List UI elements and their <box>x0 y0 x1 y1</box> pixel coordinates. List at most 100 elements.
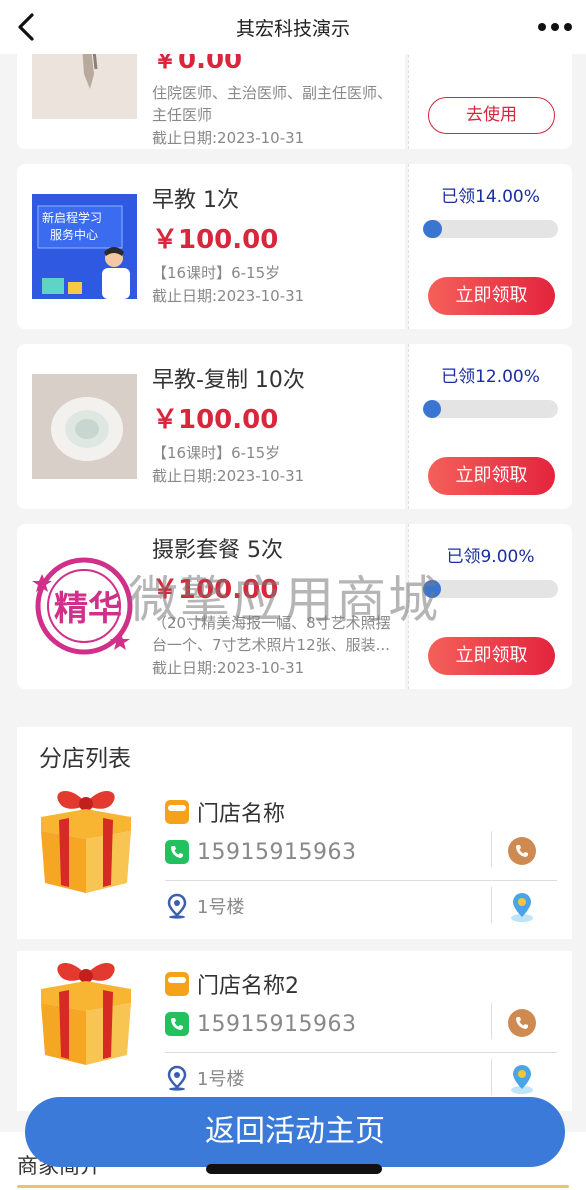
navigate-button[interactable] <box>508 891 536 923</box>
store-card[interactable]: 门店名称2 15915915963 1号楼 <box>17 951 572 1111</box>
store-phone: 15915915963 <box>197 1011 357 1037</box>
claim-now-button[interactable]: 立即领取 <box>428 277 555 315</box>
branch-list-title: 分店列表 <box>39 746 131 772</box>
store-name-row: 门店名称 <box>165 797 285 827</box>
gift-box-icon <box>41 962 131 1065</box>
return-to-activity-button[interactable]: 返回活动主页 <box>25 1097 565 1167</box>
coupon-price: ￥100.00 <box>152 575 279 605</box>
store-name: 门店名称 <box>197 802 286 827</box>
coupon-details: 摄影套餐 5次 ￥100.00 （20寸精美海报一幅、8寸艺术照摆台一个、7寸艺… <box>152 534 397 680</box>
claim-progress-fill <box>423 400 441 418</box>
coupon-info-panel: 精华 摄影套餐 5次 ￥100.00 （20寸精美海报一幅、8寸艺术照摆台一个、… <box>17 524 405 689</box>
divider <box>165 880 557 881</box>
store-address-row: 1号楼 <box>165 891 244 921</box>
page-content[interactable]: ￥0.00 住院医师、主治医师、副主任医师、主任医师 截止日期:2023-10-… <box>0 54 586 1190</box>
coupon-price: ￥100.00 <box>152 225 279 255</box>
claim-progress-fill <box>423 220 442 238</box>
coupon-desc: 住院医师、主治医师、副主任医师、主任医师 <box>152 84 393 124</box>
coupon-title: 早教 1次 <box>152 188 239 213</box>
store-phone-row: 15915915963 <box>165 1009 356 1039</box>
claim-progress-fill <box>423 580 441 598</box>
navigate-button[interactable] <box>508 1063 536 1095</box>
call-button[interactable] <box>508 837 536 865</box>
coupon-desc: 【16课时】6-15岁 <box>152 264 281 282</box>
coupon-title: 摄影套餐 5次 <box>152 538 283 563</box>
coupon-details: 早教 1次 ￥100.00 【16课时】6-15岁 截止日期:2023-10-3… <box>152 184 397 308</box>
divider <box>491 831 492 867</box>
phone-icon <box>165 1012 189 1036</box>
coupon-action-panel: 去使用 <box>408 54 572 149</box>
claim-now-button[interactable]: 立即领取 <box>428 637 555 675</box>
stamp-text: 精华 <box>54 589 122 629</box>
learning-center-image: 新启程学习 服务中心 <box>32 194 137 299</box>
product-image <box>32 374 137 479</box>
coupon-info-panel: ￥0.00 住院医师、主治医师、副主任医师、主任医师 截止日期:2023-10-… <box>17 54 405 149</box>
coupon-price: ￥0.00 <box>152 54 243 75</box>
phone-call-icon <box>516 1017 528 1029</box>
location-pin-icon <box>167 893 187 919</box>
claimed-percentage: 已领14.00% <box>441 187 540 207</box>
coupon-thumbnail: 新启程学习 服务中心 <box>32 194 137 299</box>
store-address-row: 1号楼 <box>165 1063 244 1093</box>
divider <box>491 1059 492 1095</box>
coupon-details: ￥0.00 住院医师、主治医师、副主任医师、主任医师 截止日期:2023-10-… <box>152 54 397 150</box>
store-address: 1号楼 <box>197 1069 245 1090</box>
store-icon <box>165 972 189 996</box>
decorative-divider <box>17 1185 569 1188</box>
coupon-price: ￥100.00 <box>152 405 279 435</box>
dot-icon <box>538 23 546 31</box>
branch-list: 分店列表 门店名称 15915915963 1号楼 门店名称2 15915915… <box>17 727 572 1111</box>
phone-icon <box>165 840 189 864</box>
coupon-deadline: 截止日期:2023-10-31 <box>152 129 305 147</box>
coupon-card: 精华 摄影套餐 5次 ￥100.00 （20寸精美海报一幅、8寸艺术照摆台一个、… <box>17 524 572 689</box>
claim-progress-bar <box>423 400 558 418</box>
store-name: 门店名称2 <box>197 974 299 999</box>
thumb-line-2: 服务中心 <box>50 227 98 242</box>
coupon-thumbnail <box>32 374 137 479</box>
store-icon <box>165 800 189 824</box>
store-card[interactable]: 门店名称 15915915963 1号楼 <box>17 779 572 939</box>
coupon-action-panel: 已领9.00% 立即领取 <box>408 524 572 689</box>
divider <box>165 1052 557 1053</box>
top-nav-bar: 其宏科技演示 <box>0 0 586 54</box>
coupon-thumbnail <box>32 54 137 119</box>
page-title: 其宏科技演示 <box>235 18 350 40</box>
coupon-card: 新启程学习 服务中心 早教 1次 ￥100.00 【16课时】6-15岁 截止日… <box>17 164 572 329</box>
claim-progress-bar <box>423 220 558 238</box>
coupon-info-panel: 新启程学习 服务中心 早教 1次 ￥100.00 【16课时】6-15岁 截止日… <box>17 164 405 329</box>
store-phone: 15915915963 <box>197 839 357 865</box>
claimed-percentage: 已领12.00% <box>441 367 540 387</box>
claim-now-button[interactable]: 立即领取 <box>428 457 555 495</box>
coupon-info-panel: 早教-复制 10次 ￥100.00 【16课时】6-15岁 截止日期:2023-… <box>17 344 405 509</box>
coupon-card: ￥0.00 住院医师、主治医师、副主任医师、主任医师 截止日期:2023-10-… <box>17 54 572 149</box>
use-coupon-button[interactable]: 去使用 <box>428 97 555 134</box>
stamp-logo: 精华 <box>32 554 137 659</box>
store-address: 1号楼 <box>197 897 245 918</box>
product-image <box>32 54 137 119</box>
coupon-deadline: 截止日期:2023-10-31 <box>152 659 305 677</box>
divider <box>491 887 492 923</box>
location-pin-icon <box>167 1065 187 1091</box>
claimed-percentage: 已领9.00% <box>446 547 535 567</box>
dot-icon <box>551 23 559 31</box>
more-options-button[interactable] <box>538 16 572 38</box>
branch-list-header: 分店列表 <box>17 727 572 779</box>
call-button[interactable] <box>508 1009 536 1037</box>
coupon-action-panel: 已领12.00% 立即领取 <box>408 344 572 509</box>
coupon-desc: （20寸精美海报一幅、8寸艺术照摆台一个、7寸艺术照片12张、服装... <box>152 614 391 654</box>
coupon-deadline: 截止日期:2023-10-31 <box>152 287 305 305</box>
coupon-card: 早教-复制 10次 ￥100.00 【16课时】6-15岁 截止日期:2023-… <box>17 344 572 509</box>
coupon-desc: 【16课时】6-15岁 <box>152 444 281 462</box>
coupon-details: 早教-复制 10次 ￥100.00 【16课时】6-15岁 截止日期:2023-… <box>152 364 397 488</box>
store-name-row: 门店名称2 <box>165 969 299 999</box>
coupon-action-panel: 已领14.00% 立即领取 <box>408 164 572 329</box>
coupon-thumbnail: 精华 <box>32 554 137 659</box>
dot-icon <box>564 23 572 31</box>
claim-progress-bar <box>423 580 558 598</box>
store-phone-row: 15915915963 <box>165 837 356 867</box>
divider <box>491 1003 492 1039</box>
coupon-deadline: 截止日期:2023-10-31 <box>152 467 305 485</box>
coupon-title: 早教-复制 10次 <box>152 368 305 393</box>
gift-box-icon <box>41 790 131 893</box>
phone-call-icon <box>516 845 528 857</box>
